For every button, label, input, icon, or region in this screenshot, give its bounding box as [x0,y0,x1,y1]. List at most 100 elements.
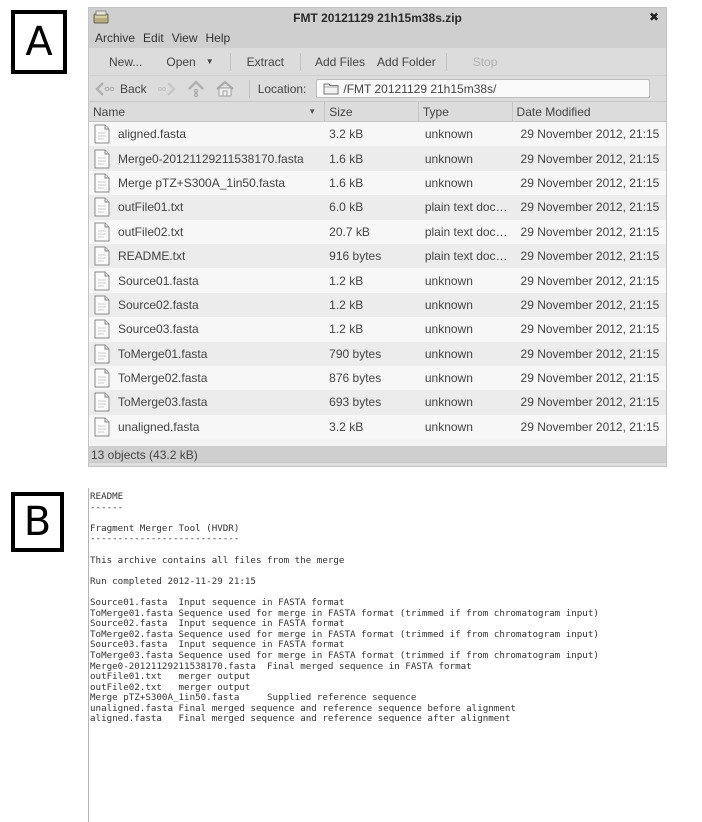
file-date-modified: 29 November 2012, 21:15 [520,151,660,166]
document-file-icon [94,149,110,169]
file-type: unknown [424,419,473,434]
file-name: ToMerge02.fasta [118,371,208,386]
status-bar: 13 objects (43.2 kB) [89,446,666,466]
navigation-bar: Back Location: /FMT 20121129 21h15m38s/ [89,76,666,102]
file-name: Source03.fasta [118,322,199,337]
status-bar-bottom [89,462,666,466]
file-size: 3.2 kB [329,419,364,434]
file-date-modified: 29 November 2012, 21:15 [520,273,660,288]
readme-line: README [90,491,124,502]
file-name-cell: unaligned.fasta [89,417,325,437]
column-header-date-modified[interactable]: Date Modified [513,102,666,121]
document-file-icon [94,246,110,266]
file-date-modified: 29 November 2012, 21:15 [520,200,660,215]
file-size: 1.6 kB [329,175,364,190]
stop-button[interactable]: Stop [451,55,510,69]
up-arrow-icon [187,79,204,97]
file-type: unknown [424,297,473,312]
file-name: Source02.fasta [118,297,199,312]
sort-descending-icon: ▼ [308,107,317,116]
document-file-icon [94,271,110,291]
file-row[interactable]: outFile01.txt 6.0 kB plain text doc… 29 Nov… [89,195,666,220]
file-name: ToMerge03.fasta [118,395,208,410]
file-date-modified: 29 November 2012, 21:15 [520,371,660,386]
back-button[interactable]: Back [95,81,147,97]
column-header-type[interactable]: Type [419,102,513,121]
file-name: outFile01.txt [118,200,184,215]
file-row[interactable]: aligned.fasta 3.2 kB unknown 29 November 20… [89,122,666,147]
location-label: Location: [257,81,307,96]
dropdown-arrow-icon[interactable]: ▼ [206,57,214,66]
close-icon[interactable]: ✖ [649,10,659,24]
readme-line: aligned.fasta Final merged sequence and … [90,713,511,725]
file-name-cell: Merge pTZ+S300A_1in50.fasta [89,173,325,193]
extract-label: Extract [246,54,284,69]
file-name-cell: ToMerge01.fasta [89,344,325,364]
new-label: New... [109,54,143,69]
file-name-cell: outFile02.txt [89,222,325,242]
readme-line: ToMerge03.fasta Sequence used for merge … [90,649,599,661]
readme-text-view: README ------ Fragment Merger Tool (HVDR) -… [88,488,702,822]
forward-arrow-icon [157,81,176,96]
file-row[interactable]: ToMerge01.fasta 790 bytes unknown 29 Novemb… [89,341,666,366]
file-type: unknown [424,151,473,166]
file-row[interactable]: ToMerge03.fasta 693 bytes unknown 29 Novemb… [89,390,666,415]
file-name-cell: Source02.fasta [89,295,325,315]
file-row[interactable]: Merge0-20121129211538170.fasta 1.6 kB unkn… [89,146,666,171]
file-name: README.txt [118,249,186,264]
file-row[interactable]: outFile02.txt 20.7 kB plain text doc… 29 No… [89,219,666,244]
file-name: Merge pTZ+S300A_1in50.fasta [118,175,286,190]
file-type: unknown [424,395,473,410]
menu-help[interactable]: Help [206,31,231,45]
location-input[interactable]: /FMT 20121129 21h15m38s/ [316,79,651,98]
file-name-cell: ToMerge02.fasta [89,368,325,388]
file-type: unknown [424,273,473,288]
stop-label: Stop [472,54,498,69]
status-text: 13 objects (43.2 kB) [91,448,198,462]
add-folder-label: Add Folder [377,54,436,69]
file-type: plain text doc… [424,249,508,264]
file-date-modified: 29 November 2012, 21:15 [520,249,660,264]
menu-archive[interactable]: Archive [95,31,135,45]
add-files-button[interactable]: Add Files [305,55,371,69]
file-size: 1.2 kB [329,273,364,288]
menu-view[interactable]: View [172,31,198,45]
file-size: 790 bytes [329,346,382,361]
file-type: unknown [424,175,473,190]
location-value: /FMT 20121129 21h15m38s/ [343,81,497,96]
file-type: plain text doc… [424,224,508,239]
file-row[interactable]: Source02.fasta 1.2 kB unknown 29 November 2… [89,292,666,318]
new-button[interactable]: New... [97,55,154,69]
forward-button[interactable] [157,81,177,97]
document-file-icon [94,124,110,144]
file-row[interactable]: unaligned.fasta 3.2 kB unknown 29 November … [89,414,666,440]
column-header-size[interactable]: Size [325,102,419,121]
file-row[interactable]: README.txt 916 bytes plain text doc… 29 Nov… [89,243,666,269]
file-row[interactable]: ToMerge02.fasta 876 bytes unknown 29 Novemb… [89,365,666,391]
menu-bar: Archive Edit View Help [89,28,666,48]
open-button[interactable]: Open ▼ [154,55,225,69]
document-file-icon [94,392,110,412]
panel-label-a: A [11,10,67,74]
column-header-name[interactable]: Name ▼ [89,102,326,121]
file-date-modified: 29 November 2012, 21:15 [520,395,660,410]
file-size: 876 bytes [329,371,382,386]
window-title: FMT 20121129 21h15m38s.zip [293,11,462,25]
file-size: 916 bytes [329,249,382,264]
extract-button[interactable]: Extract [235,55,296,69]
file-name-cell: Source03.fasta [89,319,325,339]
home-button[interactable] [215,80,235,98]
document-file-icon [94,368,110,388]
readme-line: Run completed 2012-11-29 21:15 [90,575,256,587]
readme-line: Source01.fasta Input sequence in FASTA f… [90,596,345,608]
file-row[interactable]: Source03.fasta 1.2 kB unknown 29 November 2… [89,317,666,342]
file-row[interactable]: Source01.fasta 1.2 kB unknown 29 November 2… [89,268,666,293]
file-name-cell: Merge0-20121129211538170.fasta [89,149,325,169]
menu-edit[interactable]: Edit [143,31,164,45]
add-folder-button[interactable]: Add Folder [371,55,442,69]
home-icon [216,80,234,96]
document-file-icon [94,295,110,315]
file-row[interactable]: Merge pTZ+S300A_1in50.fasta 1.6 kB unknown… [89,170,666,196]
up-button[interactable] [187,79,205,98]
file-name-cell: aligned.fasta [89,124,325,144]
